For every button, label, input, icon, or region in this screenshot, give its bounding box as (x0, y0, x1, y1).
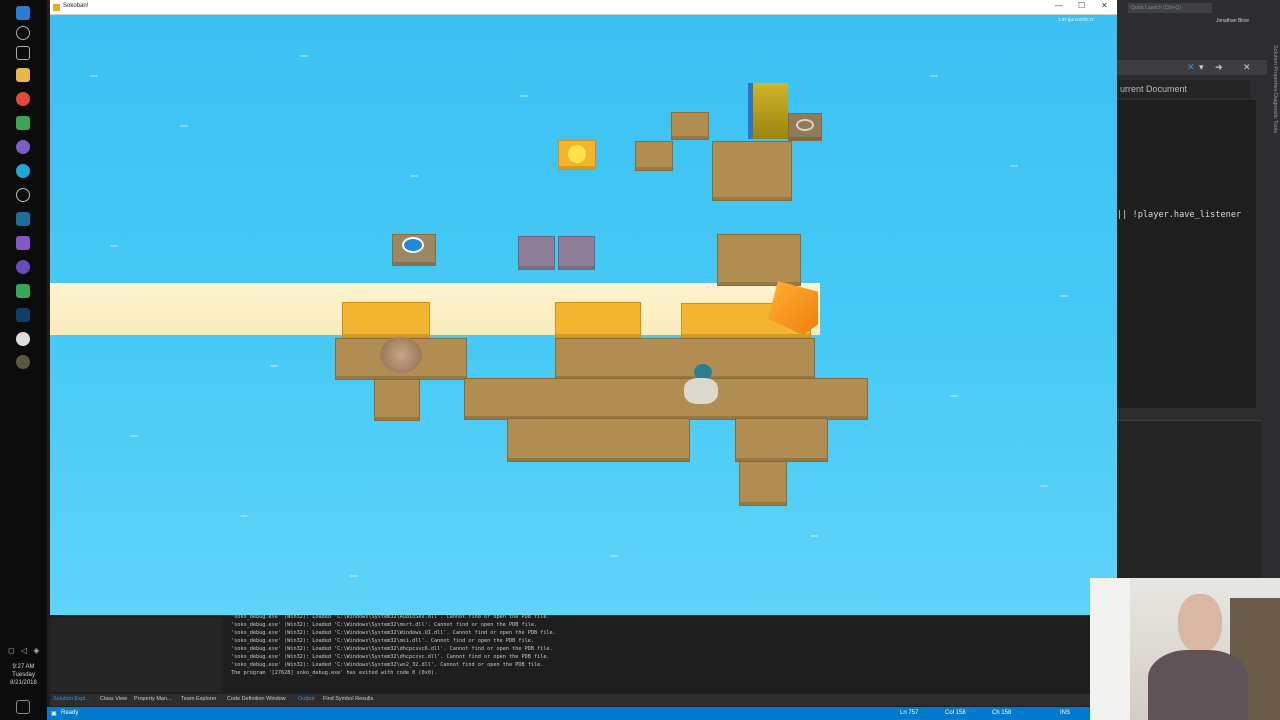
file-explorer-icon[interactable] (16, 68, 30, 82)
code-line[interactable]: || !player.have_listener (1117, 209, 1257, 221)
webcam-head (1178, 594, 1222, 652)
floor-tile-block (735, 418, 828, 462)
webcam-cabinet (1090, 578, 1130, 720)
app-icon-purple[interactable] (16, 140, 30, 154)
document-scope-dropdown[interactable]: urrent Document (1117, 80, 1250, 98)
tab-class-view[interactable]: Class View (100, 696, 127, 702)
output-line: 'soko_debug.exe' (Win32): Loaded 'C:\Win… (231, 638, 534, 644)
floor-tile-block (712, 141, 792, 201)
clock-day: Tuesday (12, 672, 35, 678)
game-window-titlebar[interactable]: Sokoban! — ☐ ✕ (50, 0, 1117, 15)
floor-tile-block (717, 234, 801, 286)
floor-tile (374, 379, 420, 421)
lit-tile (342, 302, 430, 338)
output-line: 'soko_debug.exe' (Win32): Loaded 'C:\Win… (231, 622, 538, 628)
output-left-area (50, 618, 222, 692)
lit-tile (555, 302, 641, 338)
player-character (672, 360, 730, 408)
tab-team-explorer[interactable]: Team Explorer (181, 696, 216, 702)
game-window-title: Sokoban! (63, 3, 89, 9)
system-tray-icons[interactable]: ◻ ◁ ◈ (8, 646, 41, 655)
rock-boulder (380, 337, 422, 373)
tab-solution-explorer[interactable]: Solution Expl... (53, 696, 90, 702)
output-line: 'soko_debug.exe' (Win32): Loaded 'C:\Win… (231, 662, 544, 668)
app-icon-active[interactable] (16, 355, 30, 369)
arrow-right-icon[interactable]: ➜ (1215, 62, 1223, 73)
app-icon-dark-blue[interactable] (16, 308, 30, 322)
tab-property-manager[interactable]: Property Man... (134, 696, 172, 702)
app-icon-white[interactable] (16, 332, 30, 346)
floor-tile-block (464, 378, 868, 420)
chrome-icon[interactable] (16, 92, 30, 106)
floor-tile (739, 461, 787, 506)
task-view-icon[interactable] (16, 46, 30, 60)
floor-tile (671, 112, 709, 140)
vs-lower-panel (1117, 420, 1262, 578)
switch-ring (796, 119, 814, 131)
vs-tab-strip: ✕ ▾ ➜ ✕ (1117, 60, 1267, 75)
app-icon-circle[interactable] (16, 188, 30, 202)
close-icon[interactable]: ✕ (1187, 62, 1195, 73)
webcam-shirt (1148, 650, 1248, 720)
tab-output[interactable]: Output (298, 696, 315, 702)
clock-time: 9:27 AM (12, 664, 35, 670)
floor-tile (635, 141, 673, 171)
search-icon[interactable] (16, 26, 30, 40)
visual-studio-icon[interactable] (16, 236, 30, 250)
windows-taskbar: ◻ ◁ ◈ 9:27 AM Tuesday 8/21/2018 (0, 0, 47, 720)
app-icon-lambda[interactable] (16, 116, 30, 130)
floor-tile-block (507, 418, 690, 462)
pushable-crate-yellow (748, 83, 788, 139)
output-line: 'soko_debug.exe' (Win32): Loaded 'C:\Win… (231, 654, 550, 660)
app-icon (53, 4, 60, 11)
status-line: Ln 757 (900, 710, 919, 716)
clock-date: 8/21/2018 (10, 680, 37, 686)
goal-flower-icon (568, 145, 586, 163)
raised-block (518, 236, 555, 270)
app-icon-violet[interactable] (16, 260, 30, 274)
skype-icon[interactable] (16, 164, 30, 178)
tab-find-symbol-results[interactable]: Find Symbol Results (323, 696, 373, 702)
tab-code-definition[interactable]: Code Definition Window (227, 696, 286, 702)
code-editor[interactable] (1117, 100, 1256, 408)
signed-in-user[interactable]: Jonathan Blow (1216, 18, 1249, 24)
minimize-button[interactable]: — (1055, 1, 1063, 10)
chevron-down-icon[interactable]: ▾ (1199, 62, 1204, 73)
close-tab-icon[interactable]: ✕ (1243, 62, 1251, 73)
windows-start-icon[interactable] (16, 6, 30, 20)
blue-button (402, 237, 424, 253)
taskbar-clock[interactable]: 9:27 AM Tuesday 8/21/2018 (0, 663, 47, 687)
game-viewport[interactable]: 7.37 fps 0.57/0.77 (50, 15, 1117, 615)
notifications-icon[interactable] (16, 700, 30, 714)
close-button[interactable]: ✕ (1101, 1, 1108, 10)
raised-block (558, 236, 595, 270)
maximize-button[interactable]: ☐ (1078, 1, 1085, 10)
output-line: 'soko_debug.exe' (Win32): Loaded 'C:\Win… (231, 614, 550, 620)
app-icon-pen[interactable] (16, 212, 30, 226)
status-ready: Ready (61, 710, 79, 716)
output-line: 'soko_debug.exe' (Win32): Loaded 'C:\Win… (231, 630, 556, 636)
status-column: Col 158 (945, 710, 966, 716)
webcam-overlay (1090, 578, 1280, 720)
hud-fps: 7.37 fps 0.57/0.77 (1058, 17, 1095, 22)
side-tool-tabs[interactable]: Solution Properties Diagnostic Tools (1266, 45, 1278, 155)
status-icon: ▣ (51, 711, 57, 717)
output-line: The program '[27628] soko_debug.exe' has… (231, 670, 438, 676)
bottom-tab-bar: Solution Expl... Class View Property Man… (50, 694, 1090, 706)
app-icon-green[interactable] (16, 284, 30, 298)
output-line: 'soko_debug.exe' (Win32): Loaded 'C:\Win… (231, 646, 553, 652)
status-insert-mode: INS (1060, 710, 1071, 716)
desktop: ◻ ◁ ◈ 9:27 AM Tuesday 8/21/2018 Quick La… (0, 0, 1280, 720)
quick-launch-input[interactable]: Quick Launch (Ctrl+Q) (1128, 3, 1212, 13)
status-char: Ch 158 (992, 710, 1012, 716)
